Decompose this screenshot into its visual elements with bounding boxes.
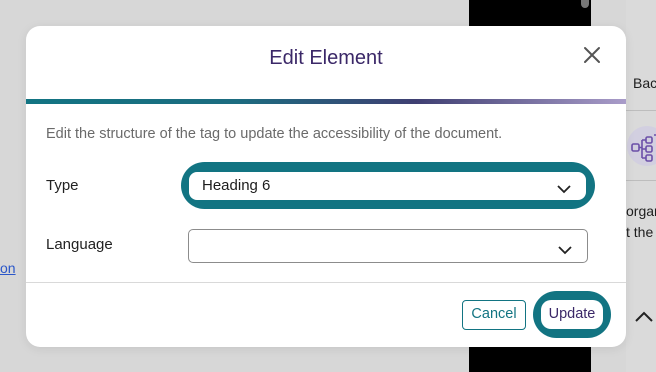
background-text: orgar <box>626 203 656 219</box>
chevron-up-icon <box>633 309 655 328</box>
language-label: Language <box>46 236 113 253</box>
close-icon <box>584 47 600 63</box>
header-gradient-bar <box>26 99 626 104</box>
background-scrollbar <box>581 0 589 8</box>
chevron-down-icon <box>557 242 573 260</box>
edit-element-dialog: Edit Element Edit the structure of the t… <box>26 26 626 347</box>
chevron-down-icon <box>556 181 572 199</box>
language-select[interactable] <box>188 229 588 263</box>
close-button[interactable] <box>580 43 604 67</box>
structure-tree-button <box>627 126 656 166</box>
type-select[interactable]: Heading 6 <box>189 172 586 200</box>
dialog-description: Edit the structure of the tag to update … <box>46 126 503 142</box>
footer-divider <box>26 282 626 283</box>
panel-divider <box>626 180 656 181</box>
panel-divider <box>626 110 656 111</box>
background-link: on <box>0 260 16 276</box>
background-text: t the <box>626 224 654 240</box>
dialog-title: Edit Element <box>269 47 383 69</box>
cancel-button[interactable]: Cancel <box>462 300 526 330</box>
structure-tree-icon <box>631 134 656 162</box>
type-select-value: Heading 6 <box>202 177 271 194</box>
update-button[interactable]: Update <box>541 300 603 329</box>
type-label: Type <box>46 177 79 194</box>
background-back-label: Bac <box>633 75 656 91</box>
